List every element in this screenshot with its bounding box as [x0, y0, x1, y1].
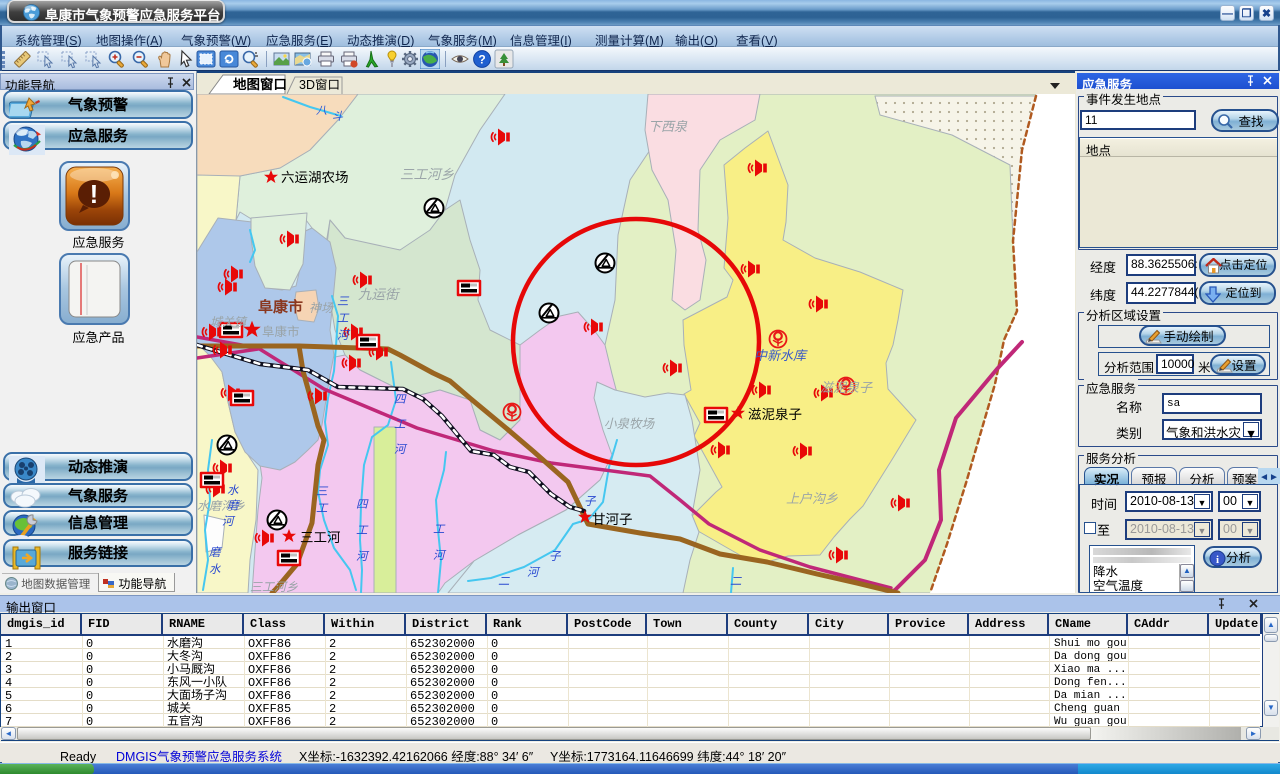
svg-text:中新水库: 中新水库 — [754, 345, 808, 364]
svg-text:神场: 神场 — [309, 299, 334, 316]
svg-text:八: 八 — [316, 102, 327, 118]
svg-text:子: 子 — [549, 548, 562, 564]
svg-text:小泉牧场: 小泉牧场 — [604, 413, 656, 432]
svg-text:!: ! — [90, 179, 99, 209]
svg-text:工: 工 — [356, 522, 369, 538]
svg-text:六运湖农场: 六运湖农场 — [281, 166, 349, 186]
svg-text:九运街: 九运街 — [358, 283, 401, 303]
svg-text:四: 四 — [394, 391, 407, 407]
svg-text:二: 二 — [730, 573, 742, 589]
svg-text:阜康市: 阜康市 — [262, 321, 300, 340]
svg-text:斗: 斗 — [332, 108, 344, 124]
svg-text:滋泥泉子: 滋泥泉子 — [820, 377, 873, 396]
svg-text:工: 工 — [394, 416, 407, 432]
svg-text:城关镇: 城关镇 — [210, 313, 248, 330]
svg-text:i: i — [1216, 554, 1219, 566]
svg-text:下西泉: 下西泉 — [648, 116, 688, 135]
svg-text:工: 工 — [316, 500, 329, 516]
svg-text:二: 二 — [498, 573, 510, 589]
svg-text:上户沟乡: 上户沟乡 — [786, 488, 838, 507]
svg-text:水: 水 — [209, 561, 221, 577]
svg-text:四: 四 — [356, 496, 369, 512]
svg-text:三工河乡: 三工河乡 — [250, 578, 298, 593]
svg-text:水: 水 — [227, 482, 239, 498]
svg-text:三工河: 三工河 — [300, 526, 341, 546]
svg-text:工: 工 — [337, 310, 350, 326]
svg-text:地图窗口: 地图窗口 — [233, 73, 287, 93]
svg-text:甘河子: 甘河子 — [592, 508, 633, 528]
svg-text:三工河乡: 三工河乡 — [400, 163, 454, 183]
svg-text:子: 子 — [584, 493, 597, 509]
svg-text:三: 三 — [316, 483, 329, 499]
svg-text:3D窗口: 3D窗口 — [299, 74, 340, 93]
svg-text:三: 三 — [337, 293, 350, 309]
svg-text:工: 工 — [433, 521, 446, 537]
svg-text:?: ? — [478, 53, 485, 67]
svg-text:滋泥泉子: 滋泥泉子 — [748, 403, 802, 423]
svg-text:阜康市: 阜康市 — [258, 296, 303, 317]
